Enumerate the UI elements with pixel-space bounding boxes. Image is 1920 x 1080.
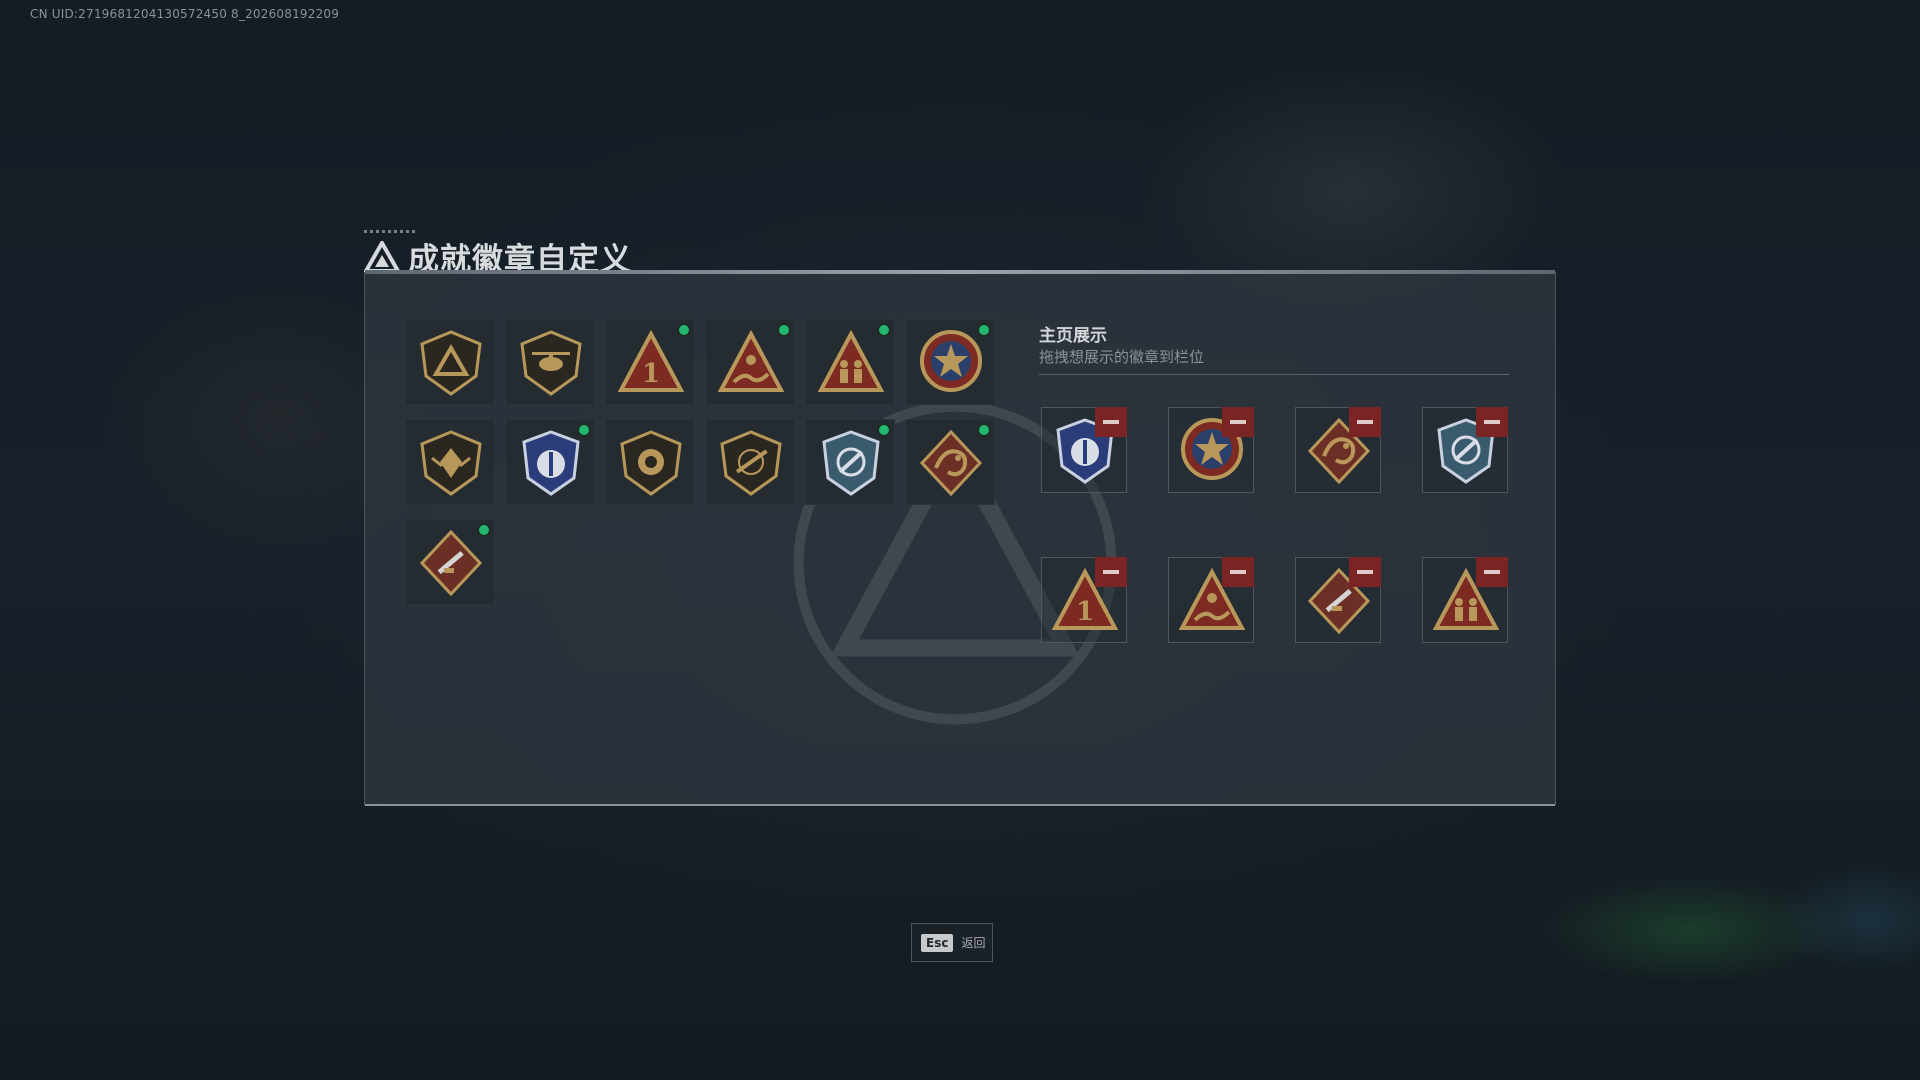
display-subtitle: 拖拽想展示的徽章到栏位 bbox=[1039, 348, 1205, 366]
new-badge-dot bbox=[977, 423, 991, 437]
number-one-triangle-icon: 1 bbox=[618, 329, 684, 392]
inventory-badge-slot[interactable] bbox=[905, 419, 995, 505]
inventory-badge-slot[interactable] bbox=[705, 419, 795, 505]
remove-badge-button[interactable] bbox=[1095, 557, 1127, 587]
new-badge-dot bbox=[977, 323, 991, 337]
inventory-badge-slot[interactable] bbox=[505, 419, 595, 505]
display-badge-slot[interactable] bbox=[1422, 407, 1508, 493]
remove-badge-button[interactable] bbox=[1476, 407, 1508, 437]
new-badge-dot bbox=[577, 423, 591, 437]
panel-bottom-bar bbox=[365, 804, 1555, 806]
new-badge-dot bbox=[877, 323, 891, 337]
svg-text:1: 1 bbox=[1076, 597, 1094, 627]
title-decoration bbox=[364, 230, 416, 233]
display-divider bbox=[1039, 374, 1509, 375]
new-badge-dot bbox=[877, 423, 891, 437]
helicopter-shield-icon bbox=[520, 330, 582, 396]
new-badge-dot bbox=[477, 523, 491, 537]
inventory-badge-slot[interactable] bbox=[805, 319, 895, 405]
remove-badge-button[interactable] bbox=[1222, 407, 1254, 437]
remove-badge-button[interactable] bbox=[1476, 557, 1508, 587]
badge-panel: 1 主页展示 拖拽想展示的徽章到栏位 1 bbox=[364, 270, 1556, 806]
inventory-badge-slot[interactable]: 1 bbox=[605, 319, 695, 405]
remove-badge-button[interactable] bbox=[1349, 407, 1381, 437]
back-label: 返回 bbox=[961, 936, 986, 950]
delta-logo-icon bbox=[364, 240, 400, 273]
inventory-badge-slot[interactable] bbox=[605, 419, 695, 505]
blade-diamond-icon bbox=[419, 529, 483, 597]
delta-shield-icon bbox=[420, 330, 482, 396]
new-badge-dot bbox=[677, 323, 691, 337]
uid-label: CN UID:2719681204130572450 8_20260819220… bbox=[30, 7, 340, 21]
inventory-badge-slot[interactable] bbox=[405, 419, 495, 505]
inventory-badge-slot[interactable] bbox=[405, 519, 495, 605]
esc-key: Esc bbox=[921, 933, 954, 952]
inventory-badge-slot[interactable] bbox=[505, 319, 595, 405]
remove-badge-button[interactable] bbox=[1222, 557, 1254, 587]
inventory-badge-slot[interactable] bbox=[805, 419, 895, 505]
inventory-badge-slot[interactable] bbox=[405, 319, 495, 405]
rifle-shield-icon bbox=[720, 430, 782, 496]
svg-text:1: 1 bbox=[642, 359, 660, 389]
blue-police-crest-icon bbox=[522, 430, 580, 496]
wave-rider-triangle-icon bbox=[718, 329, 784, 392]
squad-triangle-icon bbox=[818, 329, 884, 392]
blue-anchor-crest-icon bbox=[822, 430, 880, 496]
wing-shield-icon bbox=[420, 430, 482, 496]
display-badge-slot[interactable] bbox=[1422, 557, 1508, 643]
lion-shield-icon bbox=[620, 430, 682, 496]
display-title: 主页展示 bbox=[1039, 326, 1107, 346]
remove-badge-button[interactable] bbox=[1095, 407, 1127, 437]
panel-top-bar bbox=[365, 270, 1555, 275]
display-badge-slot[interactable] bbox=[1295, 557, 1381, 643]
dragon-diamond-icon bbox=[919, 429, 983, 497]
remove-badge-button[interactable] bbox=[1349, 557, 1381, 587]
new-badge-dot bbox=[777, 323, 791, 337]
inventory-badge-slot[interactable] bbox=[905, 319, 995, 405]
back-button[interactable]: Esc 返回 bbox=[911, 923, 993, 962]
display-badge-slot[interactable] bbox=[1041, 407, 1127, 493]
display-badge-slot[interactable] bbox=[1168, 407, 1254, 493]
star-medal-icon bbox=[920, 330, 982, 392]
inventory-badge-slot[interactable] bbox=[705, 319, 795, 405]
display-badge-slot[interactable]: 1 bbox=[1041, 557, 1127, 643]
display-badge-slot[interactable] bbox=[1168, 557, 1254, 643]
display-badge-slot[interactable] bbox=[1295, 407, 1381, 493]
